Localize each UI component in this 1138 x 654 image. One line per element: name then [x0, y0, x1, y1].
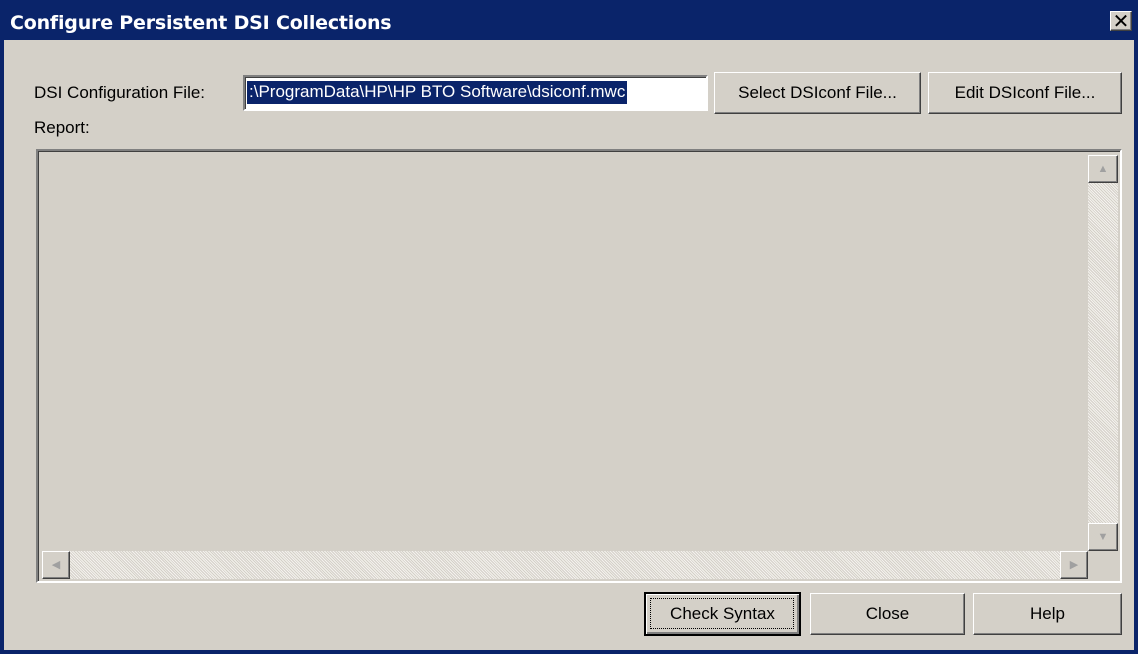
config-file-field[interactable]: :\ProgramData\HP\HP BTO Software\dsiconf…	[243, 75, 708, 111]
chevron-left-icon: ◀	[51, 558, 61, 571]
chevron-down-icon: ▼	[1097, 530, 1109, 543]
scrollbar-corner	[1088, 551, 1118, 579]
horizontal-scrollbar[interactable]: ◀ ▶	[42, 551, 1088, 579]
close-window-button[interactable]: ✕	[1110, 11, 1132, 31]
report-textarea[interactable]: ▲ ▼ ◀ ▶	[36, 149, 1122, 583]
dialog-window: Configure Persistent DSI Collections ✕ D…	[0, 0, 1138, 654]
scroll-left-button[interactable]: ◀	[42, 551, 70, 579]
focus-rectangle	[650, 598, 794, 629]
close-button[interactable]: Close	[810, 593, 965, 635]
vertical-scrollbar[interactable]: ▲ ▼	[1088, 155, 1118, 551]
check-syntax-button[interactable]: Check Syntax	[644, 592, 801, 636]
edit-dsiconf-file-button[interactable]: Edit DSIconf File...	[928, 72, 1122, 114]
config-file-value: :\ProgramData\HP\HP BTO Software\dsiconf…	[247, 81, 628, 104]
scroll-down-button[interactable]: ▼	[1088, 523, 1118, 551]
chevron-up-icon: ▲	[1097, 162, 1109, 175]
close-icon: ✕	[1112, 9, 1130, 33]
window-title: Configure Persistent DSI Collections	[10, 12, 392, 34]
scroll-up-button[interactable]: ▲	[1088, 155, 1118, 183]
title-bar[interactable]: Configure Persistent DSI Collections ✕	[4, 4, 1134, 40]
config-file-label: DSI Configuration File:	[34, 83, 206, 102]
scroll-right-button[interactable]: ▶	[1060, 551, 1088, 579]
select-dsiconf-file-button[interactable]: Select DSIconf File...	[714, 72, 921, 114]
chevron-right-icon: ▶	[1069, 558, 1079, 571]
help-button[interactable]: Help	[973, 593, 1122, 635]
report-label: Report:	[34, 118, 90, 137]
